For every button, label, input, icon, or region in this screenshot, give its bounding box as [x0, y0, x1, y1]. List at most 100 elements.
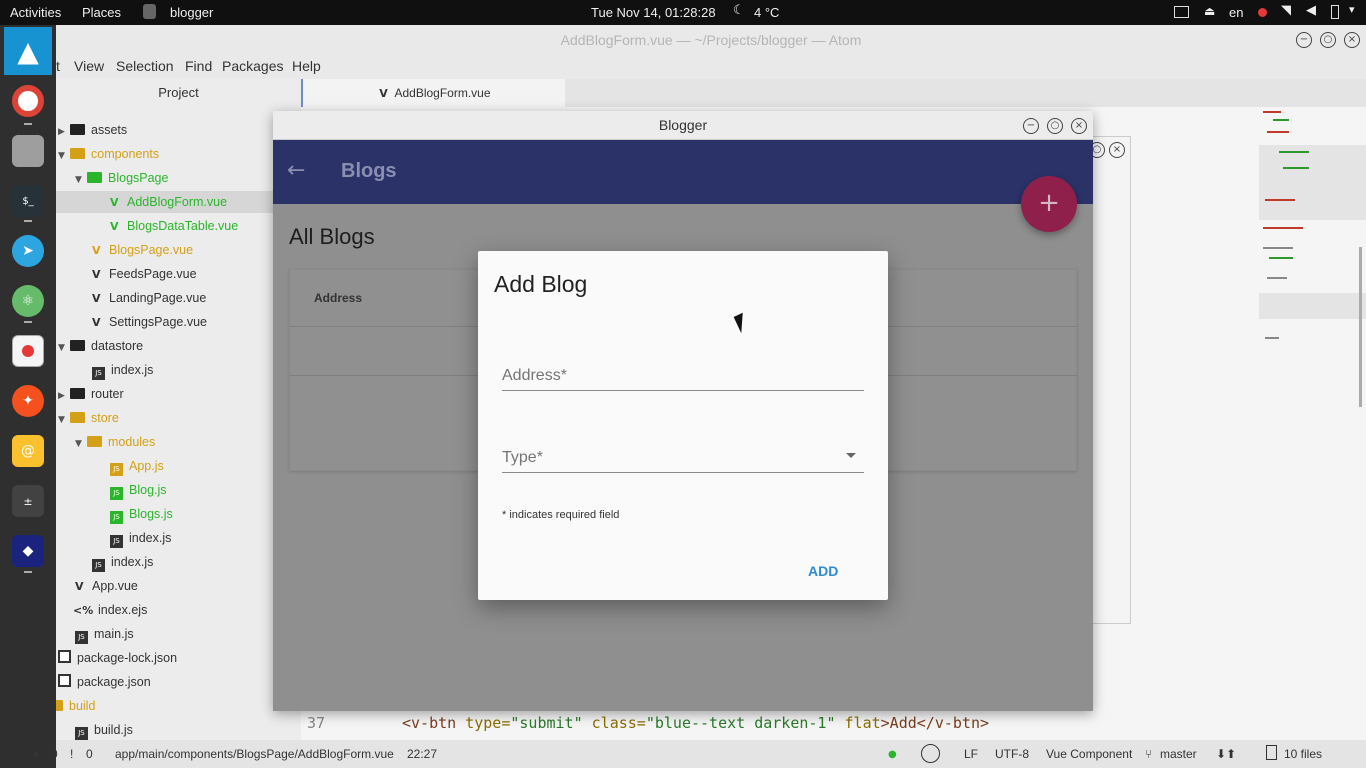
- rocket-icon[interactable]: ✦: [12, 385, 44, 417]
- tree-item-blogs-js[interactable]: JS Blogs.js: [110, 503, 173, 525]
- tree-item-index-ejs[interactable]: <% index.ejs: [73, 599, 147, 621]
- file-icon[interactable]: [1266, 745, 1277, 760]
- address-field[interactable]: Address*: [502, 361, 864, 391]
- atom-close-icon[interactable]: ×: [1344, 32, 1360, 48]
- battery-icon[interactable]: [1331, 5, 1339, 19]
- screen-icon[interactable]: [1174, 6, 1189, 18]
- blogger-maximize-icon[interactable]: ○: [1047, 118, 1063, 134]
- dropdown-arrow-icon[interactable]: [846, 453, 856, 458]
- terminal-icon[interactable]: $_: [12, 185, 44, 217]
- chevron-down-icon: ▼: [58, 415, 65, 425]
- tree-item-package-lock[interactable]: package-lock.json: [58, 647, 177, 669]
- minimap[interactable]: [1259, 107, 1366, 407]
- tab-addblogform[interactable]: V AddBlogForm.vue: [301, 79, 565, 107]
- tree-item-main-js[interactable]: JS main.js: [75, 623, 134, 645]
- type-label: Type*: [502, 449, 543, 466]
- tree-item-components[interactable]: ▼ components: [58, 143, 159, 165]
- menu-edit[interactable]: t: [56, 58, 60, 74]
- error-count[interactable]: 0: [51, 747, 58, 761]
- fetch-icon[interactable]: ⬇⬆: [1216, 747, 1236, 761]
- errors-icon[interactable]: ●: [32, 747, 39, 761]
- system-menu-arrow-icon[interactable]: ▾: [1349, 3, 1355, 16]
- git-branch-icon[interactable]: ⑂: [1145, 747, 1152, 761]
- tree-item-blog-js[interactable]: JS Blog.js: [110, 479, 167, 501]
- wifi-icon[interactable]: ◥: [1281, 3, 1291, 18]
- weather-label[interactable]: 4 °C: [754, 5, 779, 20]
- menu-view[interactable]: View: [74, 58, 104, 74]
- tree-item-build-js[interactable]: JS build.js: [75, 719, 133, 741]
- clock[interactable]: Tue Nov 14, 01:28:28: [591, 5, 716, 20]
- folder-icon: [70, 412, 85, 423]
- menu-help[interactable]: Help: [292, 58, 321, 74]
- volume-icon[interactable]: ◀: [1306, 3, 1316, 18]
- project-tree-header[interactable]: Project: [56, 79, 301, 107]
- tree-item-app-vue[interactable]: V App.vue: [75, 575, 138, 597]
- archlinux-icon[interactable]: ▲: [4, 27, 52, 75]
- app-menu-label[interactable]: blogger: [170, 5, 213, 20]
- blogger-toolbar: ← Blogs: [273, 140, 1093, 204]
- files-icon[interactable]: [12, 135, 44, 167]
- line-number: 37: [307, 714, 326, 732]
- atom-maximize-icon[interactable]: ○: [1320, 32, 1336, 48]
- clock-icon[interactable]: [921, 744, 940, 763]
- eject-icon[interactable]: ⏏: [1204, 4, 1215, 18]
- file-path[interactable]: app/main/components/BlogsPage/AddBlogFor…: [115, 747, 394, 761]
- tree-item-modules-index[interactable]: JS index.js: [110, 527, 171, 549]
- mail-icon[interactable]: @: [12, 435, 44, 467]
- tree-item-blogspage-folder[interactable]: ▼ BlogsPage: [75, 167, 168, 189]
- tree-item-store-index[interactable]: JS index.js: [92, 551, 153, 573]
- ide-icon[interactable]: ◆: [12, 535, 44, 567]
- blogger-minimize-icon[interactable]: −: [1023, 118, 1039, 134]
- places-menu[interactable]: Places: [82, 5, 121, 20]
- line-ending[interactable]: LF: [964, 747, 978, 761]
- app-menu-icon[interactable]: [143, 4, 156, 19]
- type-select[interactable]: Type*: [502, 443, 864, 473]
- warning-count[interactable]: 0: [86, 747, 93, 761]
- file-count[interactable]: 10 files: [1284, 747, 1322, 761]
- vue-file-icon: V: [92, 316, 101, 329]
- blogger-close-icon[interactable]: ×: [1071, 118, 1087, 134]
- telegram-icon[interactable]: ➤: [12, 235, 44, 267]
- record-indicator-icon[interactable]: [1258, 8, 1267, 17]
- json-file-icon: [58, 650, 71, 663]
- folder-icon: [70, 124, 85, 135]
- tree-item-assets[interactable]: ▶ assets: [58, 119, 127, 141]
- tree-item-landingpage[interactable]: V LandingPage.vue: [92, 287, 206, 309]
- dialog-title: Add Blog: [494, 271, 588, 297]
- grammar[interactable]: Vue Component: [1046, 747, 1132, 761]
- menu-selection[interactable]: Selection: [116, 58, 174, 74]
- chrome-icon[interactable]: [12, 85, 44, 117]
- encoding[interactable]: UTF-8: [995, 747, 1029, 761]
- tree-item-app-js[interactable]: JS App.js: [110, 455, 164, 477]
- tree-item-datastore-index[interactable]: JS index.js: [92, 359, 153, 381]
- lint-ok-icon[interactable]: ●: [888, 749, 897, 760]
- atom-icon[interactable]: ⚛: [12, 285, 44, 317]
- editor-icon[interactable]: [12, 335, 44, 367]
- tree-item-datastore[interactable]: ▼ datastore: [58, 335, 143, 357]
- add-blog-fab[interactable]: +: [1021, 176, 1077, 232]
- tree-item-build[interactable]: ▼build: [56, 695, 95, 717]
- keyboard-layout[interactable]: en: [1229, 5, 1243, 20]
- tree-item-settingspage[interactable]: V SettingsPage.vue: [92, 311, 207, 333]
- column-header-address[interactable]: Address: [314, 291, 362, 305]
- tree-item-package-json[interactable]: package.json: [58, 671, 151, 693]
- running-indicator: [24, 321, 32, 323]
- tree-item-blogsdatatable[interactable]: V BlogsDataTable.vue: [110, 215, 238, 237]
- git-branch[interactable]: master: [1160, 747, 1197, 761]
- tree-item-blogspage-vue[interactable]: V BlogsPage.vue: [92, 239, 193, 261]
- tree-item-router[interactable]: ▶ router: [58, 383, 124, 405]
- atom-minimize-icon[interactable]: −: [1296, 32, 1312, 48]
- tree-item-feedspage[interactable]: V FeedsPage.vue: [92, 263, 197, 285]
- add-button[interactable]: ADD: [808, 563, 838, 579]
- tree-item-modules[interactable]: ▼ modules: [75, 431, 155, 453]
- menu-packages[interactable]: Packages: [222, 58, 283, 74]
- cursor-position[interactable]: 22:27: [407, 747, 437, 761]
- menu-find[interactable]: Find: [185, 58, 212, 74]
- calculator-icon[interactable]: ±: [12, 485, 44, 517]
- bg-dialog-close-icon[interactable]: ×: [1109, 142, 1125, 158]
- tree-item-store[interactable]: ▼ store: [58, 407, 119, 429]
- back-arrow-icon[interactable]: ←: [287, 158, 305, 183]
- activities-button[interactable]: Activities: [10, 5, 61, 20]
- warning-icon[interactable]: !: [70, 747, 73, 761]
- tree-item-addblogform[interactable]: V AddBlogForm.vue: [56, 191, 301, 213]
